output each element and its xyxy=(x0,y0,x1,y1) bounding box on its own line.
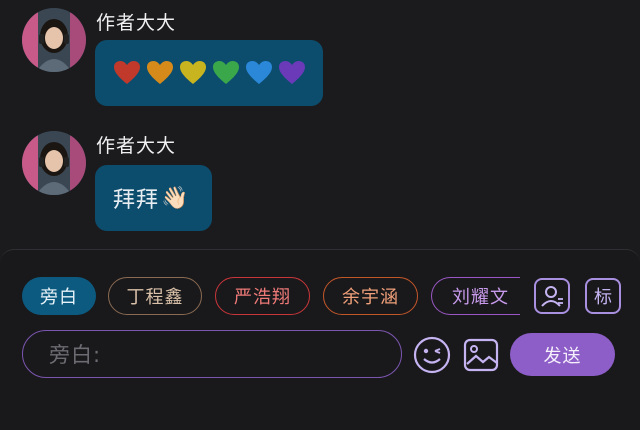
tag-label: 标 xyxy=(594,287,612,308)
avatar[interactable] xyxy=(22,8,86,72)
heart-icon xyxy=(246,61,272,84)
heart-icon xyxy=(279,61,305,84)
send-button[interactable]: 发送 xyxy=(510,333,615,376)
character-manage-button[interactable] xyxy=(534,278,570,314)
heart-icon xyxy=(114,61,140,84)
role-chip[interactable]: 余宇涵 xyxy=(323,277,418,315)
waving-hand-icon: 👋🏻 xyxy=(161,185,190,211)
heart-icon xyxy=(180,61,206,84)
image-icon[interactable] xyxy=(462,336,500,374)
role-chip[interactable]: 刘耀文 xyxy=(431,277,520,315)
heart-icon xyxy=(213,61,239,84)
author-name: 作者大大 xyxy=(96,135,177,157)
avatar[interactable] xyxy=(22,131,86,195)
tag-button[interactable]: 标 xyxy=(585,278,621,314)
message-bubble[interactable]: 拜拜 👋🏻 xyxy=(95,165,212,231)
heart-icon xyxy=(147,61,173,84)
author-name: 作者大大 xyxy=(96,12,177,34)
input-placeholder: 旁白: xyxy=(49,343,102,367)
message-bubble[interactable] xyxy=(95,40,323,106)
role-chip-narration[interactable]: 旁白 xyxy=(22,277,96,315)
message-input[interactable]: 旁白: xyxy=(22,330,402,378)
message-text: 拜拜 xyxy=(113,188,160,213)
emoji-icon[interactable] xyxy=(412,335,452,375)
role-chip[interactable]: 丁程鑫 xyxy=(108,277,202,315)
role-chip[interactable]: 严浩翔 xyxy=(215,277,310,315)
person-icon xyxy=(541,286,563,307)
hearts-row xyxy=(113,60,306,86)
